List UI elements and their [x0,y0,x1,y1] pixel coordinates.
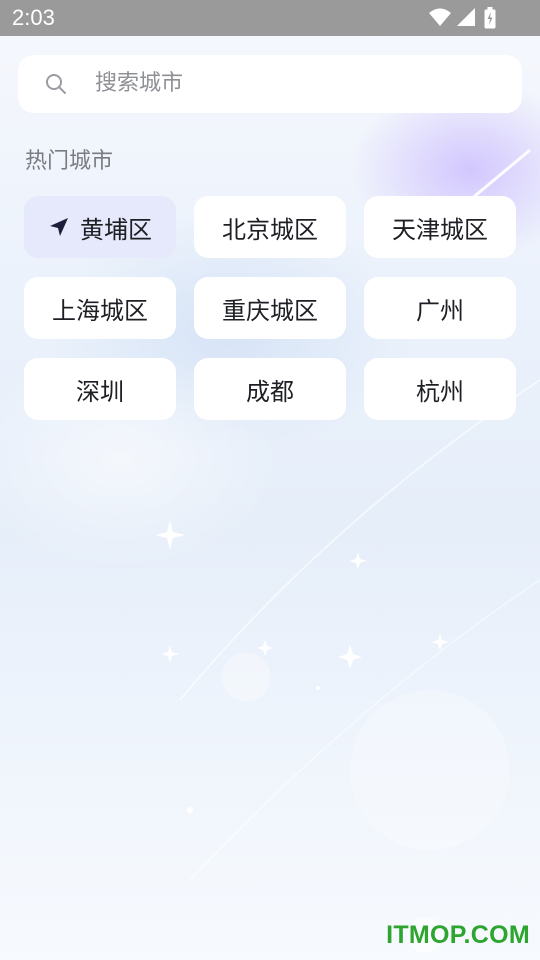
battery-icon [484,7,496,29]
search-placeholder: 搜索城市 [95,71,184,96]
city-label: 杭州 [416,377,464,406]
city-button[interactable]: 北京城区 [194,196,346,258]
city-label: 广州 [416,296,464,325]
city-button[interactable]: 上海城区 [24,277,176,339]
city-button[interactable]: 广州 [364,277,516,339]
city-select-screen: 2:03 搜索城市 热门城市 黄埔区 北京城区 天津城区 上海城区 重庆城区 广… [0,0,540,960]
city-label: 北京城区 [222,215,318,244]
status-bar: 2:03 [0,0,540,36]
wifi-icon [429,8,451,26]
city-button[interactable]: 深圳 [24,358,176,420]
cell-signal-icon [457,8,475,26]
current-location-button[interactable]: 黄埔区 [24,196,176,258]
city-label: 上海城区 [52,296,148,325]
location-arrow-icon [50,218,68,236]
city-button[interactable]: 成都 [194,358,346,420]
city-label: 深圳 [76,377,124,406]
watermark: ITMOP.COM [386,921,530,949]
city-button[interactable]: 天津城区 [364,196,516,258]
city-label: 天津城区 [392,215,488,244]
status-time: 2:03 [12,5,55,30]
current-location-label: 黄埔区 [80,215,152,244]
city-label: 重庆城区 [222,296,318,325]
city-button[interactable]: 杭州 [364,358,516,420]
hot-cities-title: 热门城市 [25,149,114,174]
city-label: 成都 [246,377,294,406]
city-button[interactable]: 重庆城区 [194,277,346,339]
background-decoration [0,80,540,953]
search-input[interactable]: 搜索城市 [18,55,522,113]
search-icon [46,74,66,94]
